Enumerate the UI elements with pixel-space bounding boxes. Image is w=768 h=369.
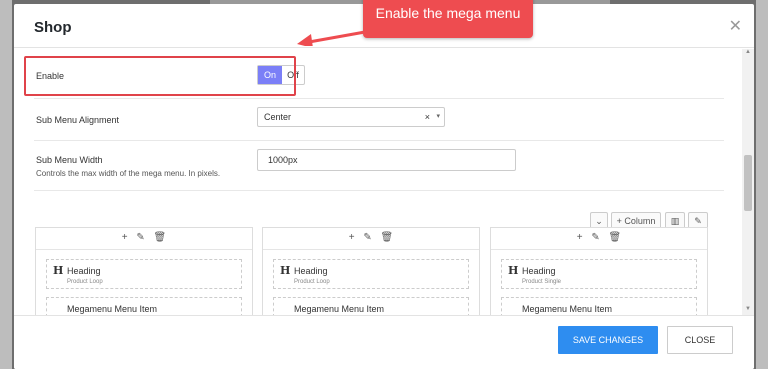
column-actions: + ✎ 🗑 [491, 228, 707, 250]
highlight-box [24, 56, 296, 96]
scroll-up-icon[interactable]: ▲ [745, 49, 751, 55]
width-description: Controls the max width of the mega menu.… [36, 169, 221, 178]
item-title: Heading [294, 266, 328, 276]
column-actions: + ✎ 🗑 [263, 228, 479, 250]
scrollbar[interactable]: ▲ ▼ [742, 49, 754, 315]
alignment-value: Center [264, 112, 292, 122]
list-item[interactable]: Megamenu Menu Item [501, 297, 697, 317]
setting-row-width: Sub Menu Width Controls the max width of… [34, 141, 724, 191]
plus-icon: + [616, 216, 622, 226]
builder-column-1: + ✎ 🗑 H Heading Product Loop Megamenu Me… [35, 227, 253, 327]
close-icon[interactable]: ✕ [729, 16, 742, 36]
close-button[interactable]: CLOSE [667, 326, 733, 354]
annotation-arrow-icon [297, 30, 366, 46]
list-item[interactable]: H Heading Product Loop [273, 259, 469, 289]
list-item[interactable]: Megamenu Menu Item [273, 297, 469, 317]
trash-icon[interactable]: 🗑 [609, 232, 622, 243]
columns-icon: ▥ [670, 216, 680, 226]
builder-column-2: + ✎ 🗑 H Heading Product Loop Megamenu Me… [262, 227, 480, 327]
list-item[interactable]: Megamenu Menu Item [46, 297, 242, 317]
item-title: Heading [67, 266, 101, 276]
width-input[interactable]: 1000px [257, 149, 516, 171]
chevron-down-icon: ⌄ [595, 216, 603, 226]
save-changes-button[interactable]: SAVE CHANGES [558, 326, 658, 354]
alignment-select[interactable]: Center × ▾ [257, 107, 445, 127]
backdrop-left [0, 0, 12, 369]
heading-icon: H [280, 264, 291, 277]
plus-icon[interactable]: + [577, 232, 583, 243]
modal-title: Shop [34, 19, 72, 36]
item-subtitle: Product Loop [67, 279, 103, 285]
edit-icon[interactable]: ✎ [363, 232, 371, 243]
edit-icon[interactable]: ✎ [136, 232, 144, 243]
edit-icon[interactable]: ✎ [591, 232, 599, 243]
plus-icon[interactable]: + [122, 232, 128, 243]
trash-icon[interactable]: 🗑 [381, 232, 394, 243]
trash-icon[interactable]: 🗑 [154, 232, 167, 243]
item-title: Heading [522, 266, 556, 276]
plus-icon[interactable]: + [349, 232, 355, 243]
backdrop-right [756, 0, 768, 369]
width-label: Sub Menu Width [36, 155, 103, 165]
scroll-thumb[interactable] [744, 155, 752, 211]
setting-row-alignment: Sub Menu Alignment Center × ▾ [34, 99, 724, 141]
modal-footer: SAVE CHANGES CLOSE [14, 315, 754, 369]
list-item[interactable]: H Heading Product Single [501, 259, 697, 289]
clear-icon[interactable]: × [425, 108, 430, 126]
item-title: Megamenu Menu Item [67, 304, 158, 314]
chevron-down-icon[interactable]: ▾ [436, 108, 440, 126]
add-column-label: Column [624, 216, 656, 226]
scroll-down-icon[interactable]: ▼ [745, 306, 751, 312]
heading-icon: H [53, 264, 64, 277]
edit-icon: ✎ [694, 216, 702, 226]
item-subtitle: Product Single [522, 279, 562, 285]
builder-column-3: + ✎ 🗑 H Heading Product Single Megamenu … [490, 227, 708, 327]
list-item[interactable]: H Heading Product Loop [46, 259, 242, 289]
modal-dialog: Shop ✕ Enable On Off Sub Menu Alignment … [14, 4, 754, 369]
column-actions: + ✎ 🗑 [36, 228, 252, 250]
annotation-callout: Enable the mega menu [363, 0, 533, 38]
item-title: Megamenu Menu Item [294, 304, 385, 314]
item-subtitle: Product Loop [294, 279, 330, 285]
heading-icon: H [508, 264, 519, 277]
alignment-label: Sub Menu Alignment [36, 115, 120, 125]
item-title: Megamenu Menu Item [522, 304, 613, 314]
